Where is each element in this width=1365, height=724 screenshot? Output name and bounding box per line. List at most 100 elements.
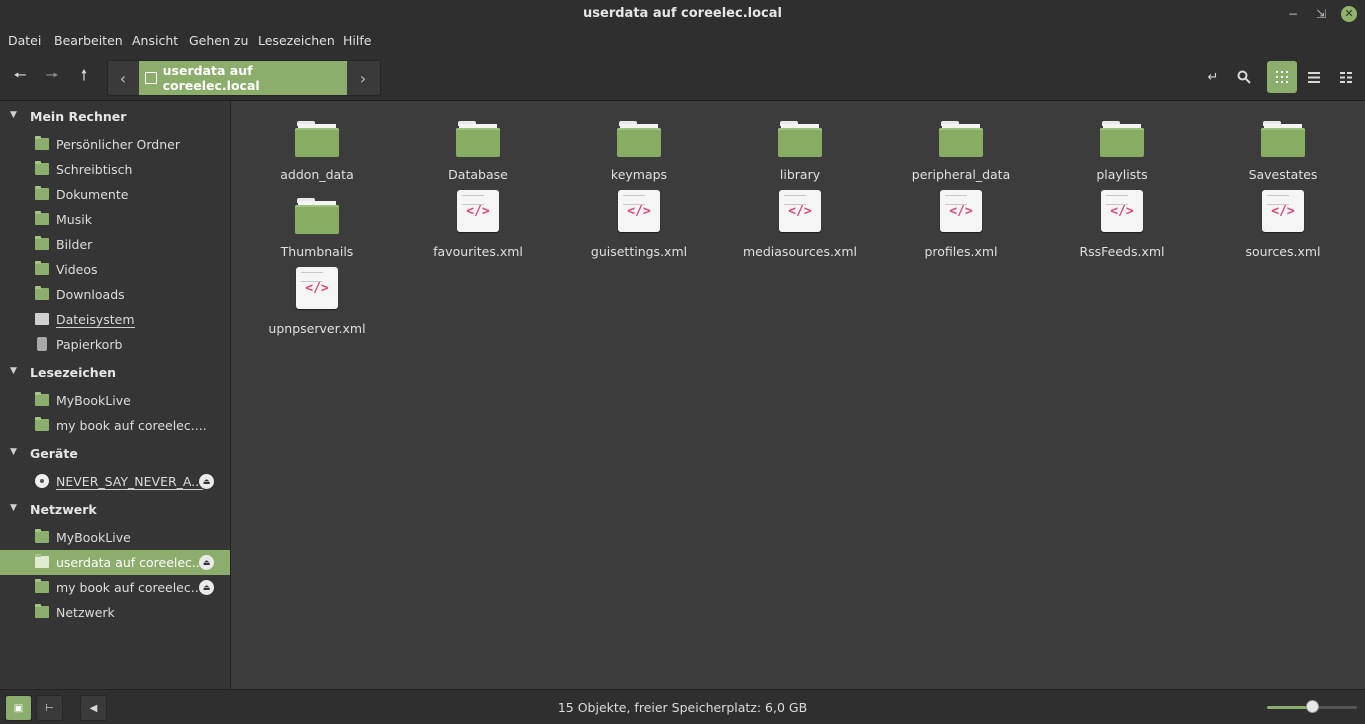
folder-icon [35, 392, 49, 406]
file-item-keymaps[interactable]: keymaps [579, 115, 699, 187]
search-icon[interactable] [1229, 61, 1259, 93]
sidebar-section-mein-rechner[interactable]: ▼ Mein Rechner [0, 106, 230, 128]
menu-lesezeichen[interactable]: Lesezeichen [258, 33, 335, 48]
eject-icon[interactable]: ⏏ [199, 580, 214, 595]
xml-file-icon: </> [779, 190, 821, 232]
sidebar-item-userdata[interactable]: userdata auf coreelec.... ⏏ [0, 550, 230, 575]
folder-icon [295, 198, 339, 234]
documents-folder-icon [35, 186, 49, 200]
folder-icon [1100, 121, 1144, 157]
close-icon[interactable]: ✕ [1341, 6, 1357, 22]
trash-icon [37, 337, 47, 351]
path-segment-label: userdata auf coreelec.local [162, 63, 260, 93]
path-bar: ‹ userdata auf coreelec.local › [107, 60, 381, 96]
file-item-savestates[interactable]: Savestates [1223, 115, 1343, 187]
network-folder-icon [35, 554, 49, 568]
file-item-upnpserver-xml[interactable]: </> upnpserver.xml [257, 262, 377, 336]
zoom-slider-handle[interactable] [1306, 700, 1319, 713]
file-item-thumbnails[interactable]: Thumbnails [257, 192, 377, 264]
folder-icon [1261, 121, 1305, 157]
sidebar-section-netzwerk[interactable]: ▼ Netzwerk [0, 499, 230, 521]
network-folder-icon [35, 579, 49, 593]
xml-file-icon: </> [940, 190, 982, 232]
chevron-down-icon: ▼ [10, 503, 17, 513]
chevron-down-icon: ▼ [10, 110, 17, 120]
file-item-peripheral-data[interactable]: peripheral_data [901, 115, 1021, 187]
file-item-playlists[interactable]: playlists [1062, 115, 1182, 187]
status-text: 15 Objekte, freier Speicherplatz: 6,0 GB [557, 700, 808, 715]
downloads-folder-icon [35, 286, 49, 300]
menu-gehen-zu[interactable]: Gehen zu [189, 33, 248, 48]
compact-view-icon[interactable] [1331, 61, 1361, 93]
toolbar: 🠔 🠖 🠕 ‹ userdata auf coreelec.local › ↵ [0, 54, 1365, 101]
window-title: userdata auf coreelec.local [583, 6, 782, 21]
sidebar-item-persoenlicher-ordner[interactable]: Persönlicher Ordner [0, 132, 230, 157]
sidebar-item-dokumente[interactable]: Dokumente [0, 182, 230, 207]
chevron-down-icon: ▼ [10, 447, 17, 457]
file-item-library[interactable]: library [740, 115, 860, 187]
back-icon[interactable]: 🠔 [5, 62, 35, 92]
path-segment[interactable]: userdata auf coreelec.local [139, 61, 347, 95]
sidebar-item-schreibtisch[interactable]: Schreibtisch [0, 157, 230, 182]
status-bar: ▣ ⊢ ◀ 15 Objekte, freier Speicherplatz: … [0, 689, 1365, 724]
desktop-folder-icon [35, 161, 49, 175]
file-item-addon-data[interactable]: addon_data [257, 115, 377, 187]
zoom-slider[interactable] [1267, 700, 1357, 713]
eject-icon[interactable]: ⏏ [199, 555, 214, 570]
menu-hilfe[interactable]: Hilfe [343, 33, 371, 48]
network-folder-icon [35, 417, 49, 431]
menu-ansicht[interactable]: Ansicht [132, 33, 178, 48]
folder-icon [456, 121, 500, 157]
sidebar-section-lesezeichen[interactable]: ▼ Lesezeichen [0, 362, 230, 384]
sidebar-item-papierkorb[interactable]: Papierkorb [0, 332, 230, 357]
xml-file-icon: </> [618, 190, 660, 232]
sidebar-item-never-say-never[interactable]: NEVER_SAY_NEVER_A... ⏏ [0, 469, 230, 494]
file-item-sources-xml[interactable]: </> sources.xml [1223, 185, 1343, 259]
network-folder-icon [145, 72, 157, 84]
sidebar-item-downloads[interactable]: Downloads [0, 282, 230, 307]
sidebar-item-netzwerk[interactable]: Netzwerk [0, 600, 230, 625]
folder-icon [778, 121, 822, 157]
network-icon [35, 604, 49, 618]
menu-bearbeiten[interactable]: Bearbeiten [54, 33, 123, 48]
menu-datei[interactable]: Datei [8, 33, 41, 48]
sidebar-item-mybooklive-network[interactable]: MyBookLive [0, 525, 230, 550]
maximize-icon[interactable]: ⇲ [1313, 6, 1329, 22]
sidebar-item-videos[interactable]: Videos [0, 257, 230, 282]
xml-file-icon: </> [1262, 190, 1304, 232]
xml-file-icon: </> [296, 267, 338, 309]
sidebar-section-geraete[interactable]: ▼ Geräte [0, 443, 230, 465]
file-view[interactable]: addon_data Database keymaps library peri… [231, 101, 1365, 689]
minimize-icon[interactable]: − [1285, 6, 1301, 22]
icon-view-icon[interactable] [1267, 61, 1297, 93]
file-item-favourites-xml[interactable]: </> favourites.xml [418, 185, 538, 259]
sidebar-item-bilder[interactable]: Bilder [0, 232, 230, 257]
path-left-icon[interactable]: ‹ [108, 61, 138, 95]
file-item-guisettings-xml[interactable]: </> guisettings.xml [579, 185, 699, 259]
sidebar: ▼ Mein Rechner Persönlicher Ordner Schre… [0, 101, 231, 689]
folder-icon [939, 121, 983, 157]
music-folder-icon [35, 211, 49, 225]
menu-bar: Datei Bearbeiten Ansicht Gehen zu Leseze… [0, 28, 1365, 54]
eject-icon[interactable]: ⏏ [199, 474, 214, 489]
up-icon[interactable]: 🠕 [69, 62, 99, 92]
pictures-folder-icon [35, 236, 49, 250]
sidebar-item-my-book-network[interactable]: my book auf coreelec.... ⏏ [0, 575, 230, 600]
xml-file-icon: </> [1101, 190, 1143, 232]
folder-icon [617, 121, 661, 157]
file-item-mediasources-xml[interactable]: </> mediasources.xml [740, 185, 860, 259]
toggle-location-icon[interactable]: ↵ [1198, 61, 1228, 93]
xml-file-icon: </> [457, 190, 499, 232]
file-item-profiles-xml[interactable]: </> profiles.xml [901, 185, 1021, 259]
home-folder-icon [35, 136, 49, 150]
path-right-icon[interactable]: › [348, 61, 378, 95]
sidebar-item-mybooklive-bookmark[interactable]: MyBookLive [0, 388, 230, 413]
forward-icon[interactable]: 🠖 [37, 62, 67, 92]
file-item-rssfeeds-xml[interactable]: </> RssFeeds.xml [1062, 185, 1182, 259]
sidebar-item-musik[interactable]: Musik [0, 207, 230, 232]
sidebar-item-my-book-bookmark[interactable]: my book auf coreelec.... [0, 413, 230, 438]
file-item-database[interactable]: Database [418, 115, 538, 187]
sidebar-item-dateisystem[interactable]: Dateisystem [0, 307, 230, 332]
disc-icon [35, 474, 49, 488]
list-view-icon[interactable] [1299, 61, 1329, 93]
